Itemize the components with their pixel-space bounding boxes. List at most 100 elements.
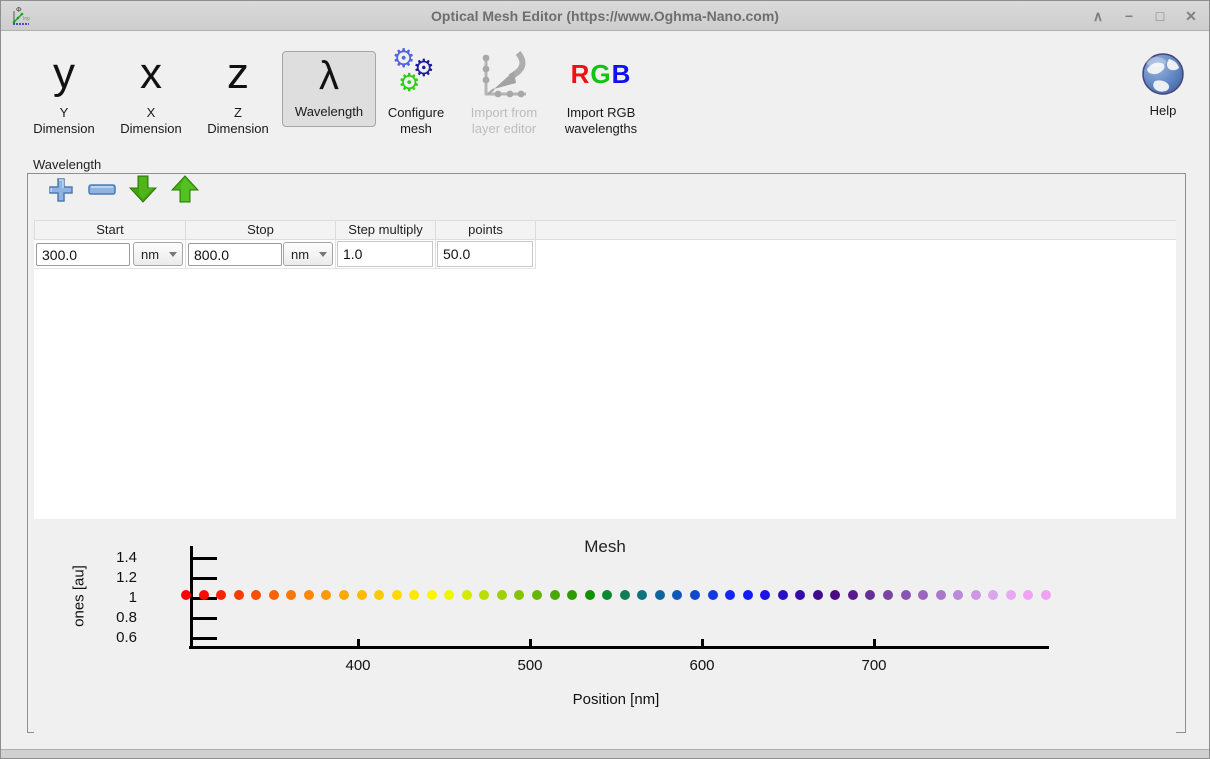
lambda-glyph: λ [283,54,375,100]
add-row-button[interactable] [48,177,74,208]
mesh-point [392,590,402,600]
mesh-point [321,590,331,600]
x-tick-mark [701,639,704,646]
points-value[interactable]: 50.0 [437,241,533,267]
y-tick-mark [193,617,217,620]
stop-unit-select[interactable]: nm [283,242,333,266]
help-label: Help [1129,103,1197,119]
chart-title: Mesh [34,537,1176,557]
import-layer-label: Import from layer editor [464,105,544,137]
mesh-point [865,590,875,600]
mesh-point [514,590,524,600]
import-rgb-label: Import RGB wavelengths [560,105,642,137]
arrow-down-icon [129,175,157,203]
x-tick-label: 500 [500,657,560,674]
x-tick-label: 600 [672,657,732,674]
y-tick-mark [193,577,217,580]
mesh-point [234,590,244,600]
mesh-point [690,590,700,600]
start-input[interactable] [36,243,130,266]
chevron-down-icon [319,252,327,257]
mesh-point [936,590,946,600]
mesh-point [725,590,735,600]
plus-icon [48,177,74,203]
configure-mesh-button[interactable]: ⚙ ⚙ ⚙ Configure mesh [372,49,460,137]
x-axis-title: Position [nm] [186,691,1046,708]
mesh-point [251,590,261,600]
x-glyph: x [105,49,197,101]
mesh-point [901,590,911,600]
mesh-point [286,590,296,600]
mesh-point [830,590,840,600]
minimize-button[interactable]: − [1121,8,1137,24]
header-stop: Stop [186,220,336,240]
mesh-point [269,590,279,600]
section-title: Wavelength [33,157,101,172]
main-toolbar: y Y Dimension x X Dimension z Z Dimensio… [1,39,1209,149]
stop-input[interactable] [188,243,282,266]
mesh-point [497,590,507,600]
mesh-point [778,590,788,600]
import-rgb-button[interactable]: RGB Import RGB wavelengths [551,49,651,137]
close-button[interactable]: ✕ [1183,8,1199,25]
shade-button[interactable]: ∧ [1090,8,1106,25]
mesh-point [339,590,349,600]
step-multiply-value[interactable]: 1.0 [337,241,433,267]
mesh-point [848,590,858,600]
mesh-point [672,590,682,600]
mesh-point [357,590,367,600]
stop-unit-value: nm [291,247,309,262]
arrow-up-icon [171,175,199,203]
mesh-point [918,590,928,600]
mesh-point [883,590,893,600]
z-glyph: z [192,49,284,101]
mesh-point [1006,590,1016,600]
mesh-point [795,590,805,600]
gears-icon: ⚙ ⚙ ⚙ [388,49,444,101]
table-row: nm nm 1.0 50.0 [34,240,536,269]
move-down-button[interactable] [129,175,157,208]
window-title: Optical Mesh Editor (https://www.Oghma-N… [1,8,1209,24]
minus-icon [88,184,116,196]
help-button[interactable]: Help [1129,49,1197,119]
y-tick-label: 0.6 [89,629,137,646]
start-cell: nm [34,240,186,269]
x-tick-mark [529,639,532,646]
y-tick-label: 0.8 [89,609,137,626]
points-cell: 50.0 [436,240,536,269]
svg-text:Φ: Φ [16,7,22,14]
mesh-point [655,590,665,600]
mesh-point [1023,590,1033,600]
chevron-down-icon [169,252,177,257]
x-tick-label: 700 [844,657,904,674]
mesh-point [550,590,560,600]
configure-mesh-label: Configure mesh [380,105,452,137]
mesh-point [374,590,384,600]
title-bar[interactable]: Φ Inp Optical Mesh Editor (https://www.O… [1,1,1209,31]
mesh-point [532,590,542,600]
status-bar [1,749,1209,758]
x-dimension-button[interactable]: x X Dimension [105,49,197,137]
mesh-point [304,590,314,600]
wavelength-button[interactable]: λ Wavelength [282,51,376,127]
mesh-table-header: Start Stop Step multiply points [34,220,1176,240]
maximize-button[interactable]: □ [1152,8,1168,24]
mesh-point [427,590,437,600]
y-tick-mark [193,557,217,560]
remove-row-button[interactable] [88,183,116,201]
move-up-button[interactable] [171,175,199,208]
mesh-point [444,590,454,600]
globe-icon [1139,49,1187,99]
mesh-point [637,590,647,600]
mesh-point [1041,590,1051,600]
import-layer-icon [476,49,532,101]
mesh-point [216,590,226,600]
z-dimension-button[interactable]: z Z Dimension [192,49,284,137]
mesh-point [409,590,419,600]
x-tick-mark [873,639,876,646]
start-unit-select[interactable]: nm [133,242,183,266]
mesh-point [462,590,472,600]
mesh-point [760,590,770,600]
y-dimension-button[interactable]: y Y Dimension [18,49,110,137]
z-dimension-label: Z Dimension [202,105,274,137]
